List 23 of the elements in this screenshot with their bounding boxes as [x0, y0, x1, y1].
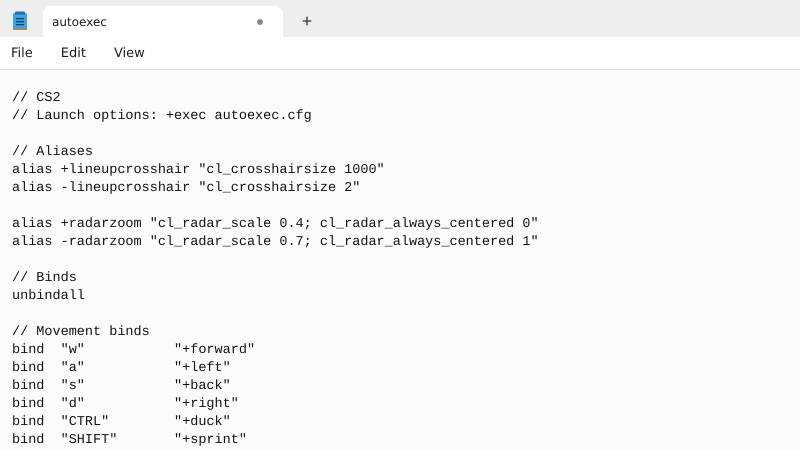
code-line: bind "CTRL" "+duck" — [12, 414, 231, 432]
code-line: alias +lineupcrosshair "cl_crosshairsize 1000" — [12, 162, 385, 180]
new-tab-button[interactable]: + — [283, 6, 331, 38]
menu-item[interactable]: Edit — [52, 42, 95, 65]
menu-item[interactable]: View — [104, 42, 154, 65]
code-line: // Aliases — [12, 144, 94, 162]
code-line: bind "s" "+back" — [12, 378, 231, 396]
menu-item[interactable]: File — [2, 42, 42, 65]
code-line: unbindall — [12, 288, 85, 306]
code-line: alias -radarzoom "cl_radar_scale 0.7; cl_radar_always_centered 1" — [12, 234, 539, 252]
tab-title: autoexec — [52, 14, 107, 29]
code-line: bind "SHIFT" "+sprint" — [12, 432, 247, 450]
code-line: alias +radarzoom "cl_radar_scale 0.4; cl_radar_always_centered 0" — [12, 216, 539, 234]
code-line: // Binds — [12, 270, 77, 288]
notepad-icon — [12, 10, 28, 31]
code-line: // CS2 — [12, 90, 61, 108]
code-line: bind "w" "+forward" — [12, 342, 256, 360]
code-line: alias -lineupcrosshair "cl_crosshairsize 2" — [12, 180, 360, 198]
code-line: // Movement binds — [12, 324, 150, 342]
code-line: // Launch options: +exec autoexec.cfg — [12, 108, 312, 126]
code-line: bind "a" "+left" — [12, 360, 231, 378]
document-tab[interactable]: autoexec — [43, 6, 283, 38]
code-line: bind "d" "+right" — [12, 396, 239, 414]
